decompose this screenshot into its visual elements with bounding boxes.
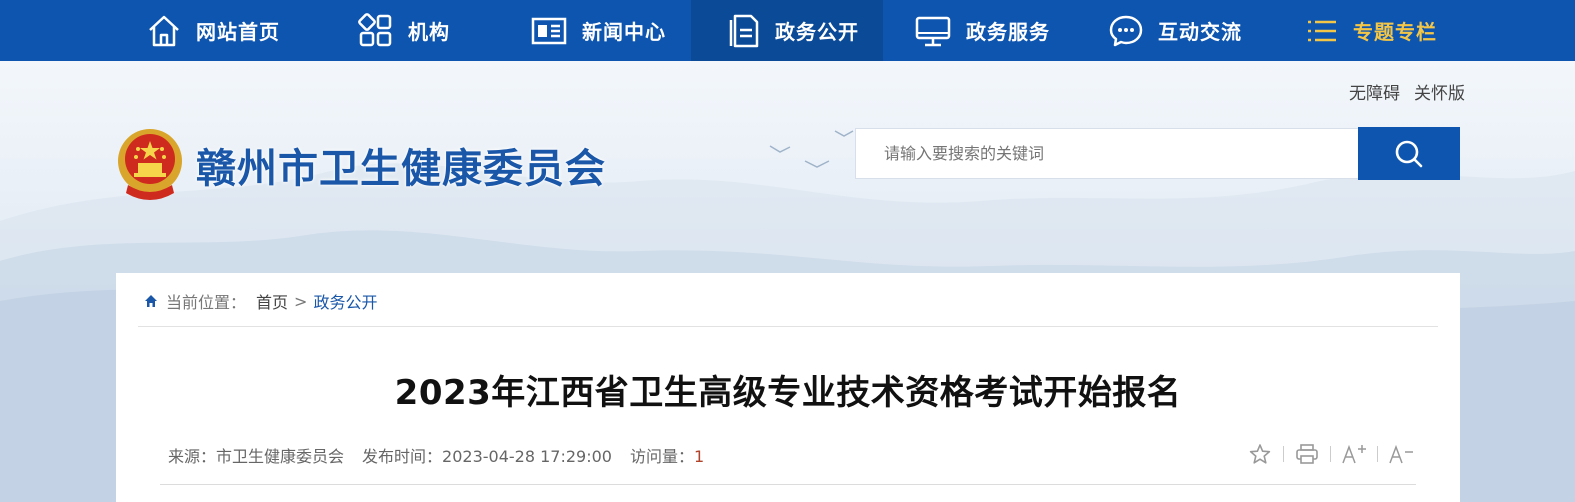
search-button[interactable]	[1358, 127, 1460, 180]
breadcrumb-divider	[138, 326, 1438, 327]
nav-label: 网站首页	[196, 20, 280, 44]
source-label: 来源：	[168, 447, 217, 466]
font-decrease-icon	[1389, 444, 1413, 464]
home-small-icon	[145, 295, 157, 307]
meta-views: 访问量：1	[630, 443, 704, 467]
nav-label: 政务服务	[966, 20, 1050, 44]
date-value: 2023-04-28 17:29:00	[442, 447, 612, 466]
date-label: 发布时间：	[362, 447, 443, 466]
site-logo[interactable]: 赣州市卫生健康委员会	[114, 127, 606, 203]
nav-label: 互动交流	[1158, 20, 1242, 44]
article-meta: 来源：市卫生健康委员会 发布时间：2023-04-28 17:29:00 访问量…	[168, 443, 722, 467]
nav-item-interact[interactable]: 互动交流	[1108, 0, 1242, 61]
site-title: 赣州市卫生健康委员会	[196, 146, 606, 192]
source-value: 市卫生健康委员会	[216, 447, 345, 466]
star-icon	[1249, 444, 1271, 464]
article-tools	[1245, 439, 1416, 469]
nav-label: 政务公开	[775, 20, 859, 44]
views-value: 1	[694, 447, 705, 466]
search-icon	[1395, 140, 1423, 167]
nav-item-org[interactable]: 机构	[358, 0, 450, 61]
favorite-button[interactable]	[1245, 439, 1275, 469]
news-icon	[531, 17, 567, 44]
breadcrumb-current-link[interactable]: 政务公开	[313, 289, 377, 313]
breadcrumb-separator: >	[294, 291, 308, 311]
document-icon	[729, 14, 759, 47]
meta-source: 来源：市卫生健康委员会	[168, 443, 344, 467]
top-nav: 网站首页 机构 新闻中心 政务公开 政务服务 互动交流 专题专栏	[0, 0, 1575, 61]
font-increase-icon	[1342, 444, 1366, 464]
printer-icon	[1296, 444, 1318, 464]
chat-icon	[1109, 15, 1143, 46]
article-card: 当前位置： 首页 > 政务公开 2023年江西省卫生高级专业技术资格考试开始报名…	[116, 273, 1460, 502]
nav-label: 新闻中心	[582, 20, 666, 44]
tool-divider	[1283, 446, 1284, 462]
breadcrumb-prefix: 当前位置：	[166, 293, 247, 312]
nav-item-home[interactable]: 网站首页	[146, 0, 280, 61]
nav-item-gov-open[interactable]: 政务公开	[691, 0, 883, 61]
nav-item-special[interactable]: 专题专栏	[1305, 0, 1437, 61]
font-increase-button[interactable]	[1339, 439, 1369, 469]
grid-icon	[358, 12, 392, 46]
nav-item-news[interactable]: 新闻中心	[530, 0, 666, 61]
article-title: 2023年江西省卫生高级专业技术资格考试开始报名	[394, 373, 1182, 413]
home-icon	[149, 15, 179, 46]
meta-divider	[160, 484, 1416, 485]
list-icon	[1308, 20, 1336, 41]
breadcrumb-home-link[interactable]: 首页	[256, 289, 288, 313]
print-button[interactable]	[1292, 439, 1322, 469]
accessibility-link[interactable]: 无障碍	[1349, 79, 1400, 104]
emblem-icon	[118, 129, 182, 200]
font-decrease-button[interactable]	[1386, 439, 1416, 469]
utility-links: 无障碍 关怀版	[1349, 79, 1465, 104]
care-mode-link[interactable]: 关怀版	[1414, 79, 1465, 104]
views-label: 访问量：	[629, 447, 694, 466]
search-input[interactable]	[855, 128, 1359, 179]
nav-label: 专题专栏	[1353, 20, 1437, 44]
tool-divider	[1330, 446, 1331, 462]
tool-divider	[1377, 446, 1378, 462]
nav-label: 机构	[408, 20, 450, 44]
nav-item-gov-service[interactable]: 政务服务	[914, 0, 1050, 61]
meta-date: 发布时间：2023-04-28 17:29:00	[362, 443, 612, 467]
monitor-icon	[915, 16, 951, 46]
breadcrumb: 当前位置： 首页 > 政务公开	[144, 289, 377, 313]
